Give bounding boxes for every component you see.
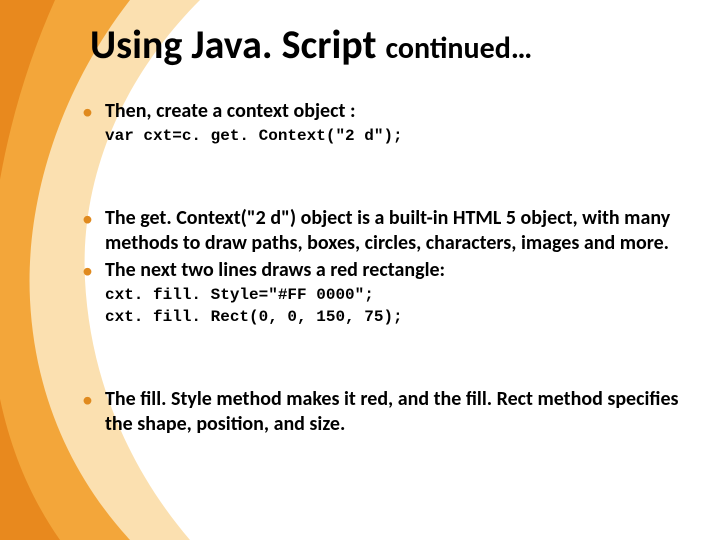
bullet-item: The next two lines draws a red rectangle… (60, 258, 680, 283)
code-line: cxt. fill. Rect(0, 0, 150, 75); (60, 307, 680, 327)
slide-title: Using Java. Script continued… (60, 15, 680, 69)
title-main: Using Java. Script (90, 20, 386, 69)
bullet-text: The next two lines draws a red rectangle… (105, 258, 445, 282)
code-line: var cxt=c. get. Context("2 d"); (60, 126, 680, 146)
bullet-item: The fill. Style method makes it red, and… (60, 387, 680, 437)
bullet-text: Then, create a context object : (105, 99, 355, 123)
bullet-item: Then, create a context object : (60, 99, 680, 124)
slide-content: Using Java. Script continued… Then, crea… (0, 0, 720, 540)
title-sub: continued… (386, 30, 533, 67)
bullet-item: The get. Context("2 d") object is a buil… (60, 206, 680, 256)
bullet-list: The fill. Style method makes it red, and… (60, 387, 680, 437)
bullet-text: The get. Context("2 d") object is a buil… (105, 206, 670, 255)
bullet-list: Then, create a context object : (60, 99, 680, 124)
code-line: cxt. fill. Style="#FF 0000"; (60, 285, 680, 305)
bullet-list: The get. Context("2 d") object is a buil… (60, 206, 680, 283)
bullet-text: The fill. Style method makes it red, and… (105, 387, 679, 436)
